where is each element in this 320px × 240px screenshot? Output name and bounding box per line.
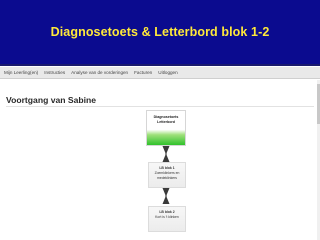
step-subtitle: Letterbord: [157, 120, 175, 124]
page-title: Voortgang van Sabine: [6, 95, 97, 105]
progress-step-diagnosetoets[interactable]: Diagnosetoets Letterbord: [146, 110, 186, 146]
progress-step-lb-blok-2[interactable]: LB blok 2 Kort is 't klinken: [148, 206, 186, 232]
step-subtitle-line2: medeklinkers: [157, 175, 177, 180]
step-connector-icon: [162, 146, 170, 162]
nav-item-instructies[interactable]: Instructies: [44, 70, 65, 75]
step-connector-icon: [162, 188, 170, 204]
nav-item-mijn-leerlingen[interactable]: Mijn Leerling(en): [4, 70, 38, 75]
title-divider: [6, 106, 314, 107]
progress-step-lb-blok-1[interactable]: LB blok 1 Zoemklinkers en medeklinkers: [148, 162, 186, 188]
nav-item-facturen[interactable]: Facturen: [134, 70, 152, 75]
nav-item-uitloggen[interactable]: Uitloggen: [158, 70, 177, 75]
app-header: Diagnosetoets & Letterbord blok 1-2: [0, 0, 320, 66]
app-title: Diagnosetoets & Letterbord blok 1-2: [50, 24, 270, 39]
step-subtitle: Kort is 't klinken: [155, 214, 179, 219]
nav-item-analyse[interactable]: Analyse van de vorderingen: [71, 70, 128, 75]
main-nav: Mijn Leerling(en) Instructies Analyse va…: [0, 67, 320, 79]
